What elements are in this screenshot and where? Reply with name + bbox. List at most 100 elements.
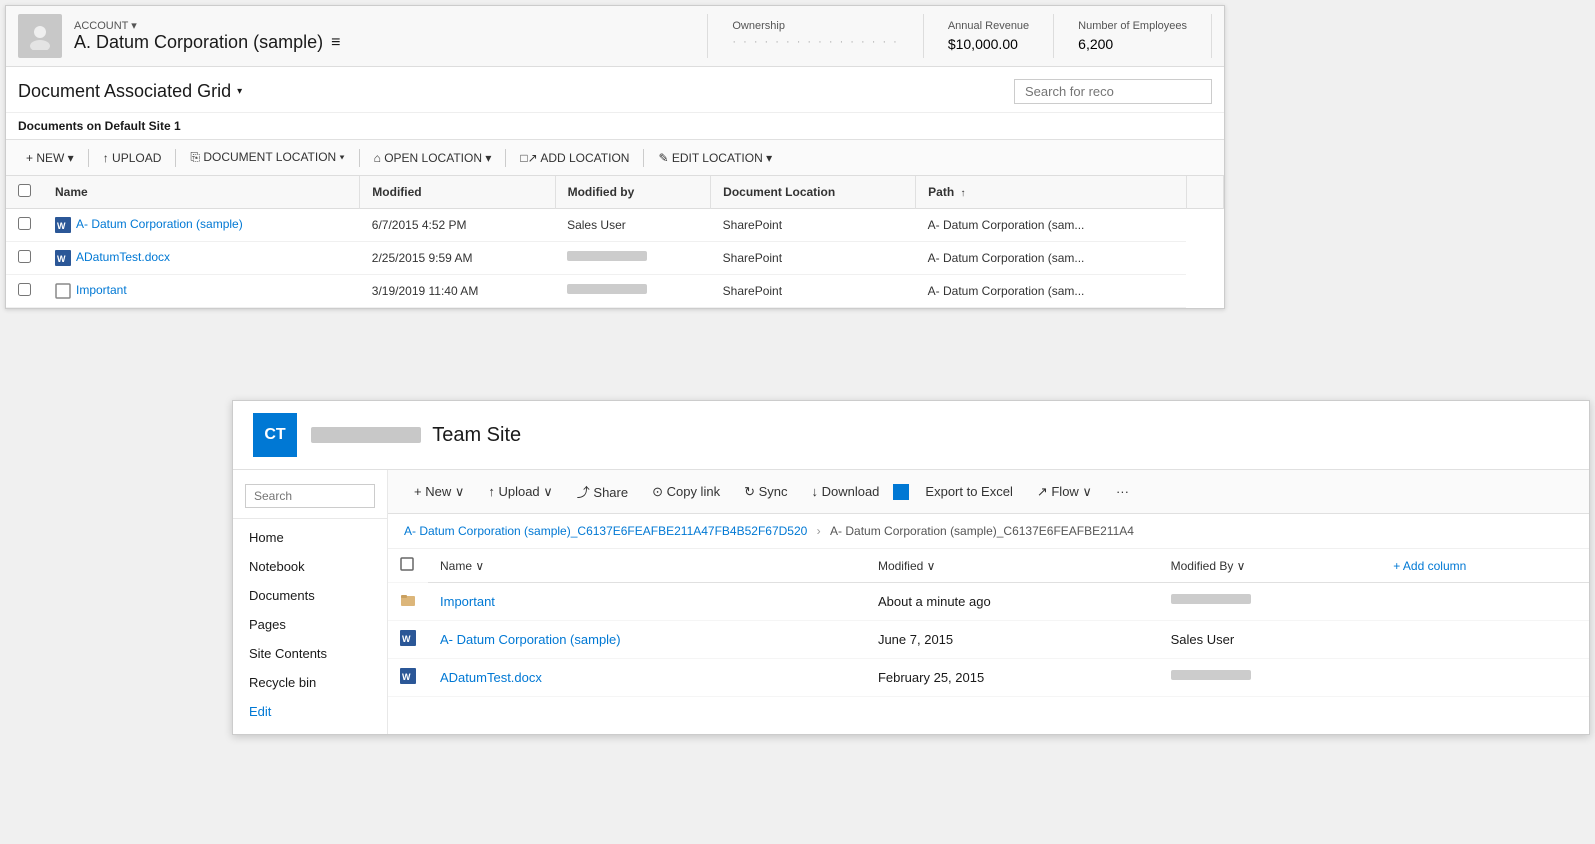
doc-location-button[interactable]: ⎘ DOCUMENT LOCATION ▾ — [182, 146, 352, 169]
svg-text:W: W — [402, 672, 411, 682]
sidebar-item-notebook[interactable]: Notebook — [233, 552, 387, 581]
sp-flow-button[interactable]: ↗ Flow ∨ — [1027, 480, 1102, 504]
add-location-button[interactable]: □↗ ADD LOCATION — [512, 147, 637, 169]
sp-download-button[interactable]: ↓ Download — [801, 480, 889, 503]
sidebar-item-documents[interactable]: Documents — [233, 581, 387, 610]
toolbar-separator — [175, 149, 176, 167]
word-icon: W — [55, 217, 71, 233]
account-info: ACCOUNT ▾ A. Datum Corporation (sample) … — [74, 19, 695, 53]
sp-word-icon: W — [400, 630, 416, 646]
sp-row-icon-cell — [388, 583, 428, 621]
account-name: A. Datum Corporation (sample) ≡ — [74, 32, 695, 53]
sp-row-icon-cell: W — [388, 659, 428, 697]
sidebar-item-edit[interactable]: Edit — [233, 697, 387, 726]
doc-grid-title: Document Associated Grid ▾ — [18, 81, 242, 102]
breadcrumb-link-1[interactable]: A- Datum Corporation (sample)_C6137E6FEA… — [404, 524, 807, 538]
col-modified[interactable]: Modified — [360, 176, 555, 209]
sp-table-row: WA- Datum Corporation (sample)June 7, 20… — [388, 621, 1589, 659]
sp-file-link[interactable]: Important — [440, 594, 495, 609]
row-name: W A- Datum Corporation (sample) — [43, 209, 360, 242]
row-checkbox[interactable] — [6, 275, 43, 308]
table-row: WADatumTest.docx2/25/2015 9:59 AM ShareP… — [6, 242, 1224, 275]
title-chevron-icon[interactable]: ▾ — [237, 86, 242, 97]
sp-row-modified-by — [1159, 659, 1382, 697]
crm-header: ACCOUNT ▾ A. Datum Corporation (sample) … — [6, 6, 1224, 67]
doc-site-bar: Documents on Default Site 1 — [6, 113, 1224, 140]
row-checkbox[interactable] — [6, 242, 43, 275]
sp-row-modified: About a minute ago — [866, 583, 1159, 621]
sp-export-excel-button[interactable]: Export to Excel — [915, 480, 1022, 503]
sp-row-name: ADatumTest.docx — [428, 659, 866, 697]
sp-blurred-user — [1171, 670, 1251, 680]
col-doc-location[interactable]: Document Location — [711, 176, 916, 209]
sp-search-area — [233, 478, 387, 519]
sp-add-column[interactable]: + Add column — [1381, 549, 1589, 583]
sp-breadcrumb: A- Datum Corporation (sample)_C6137E6FEA… — [388, 514, 1589, 549]
sp-header: CT Team Site — [233, 401, 1589, 470]
row-path: A- Datum Corporation (sam... — [916, 242, 1186, 275]
crm-panel: ACCOUNT ▾ A. Datum Corporation (sample) … — [5, 5, 1225, 309]
row-doc-location: SharePoint — [711, 275, 916, 308]
sp-upload-button[interactable]: ↑ Upload ∨ — [478, 480, 562, 504]
col-extra — [1186, 176, 1223, 209]
svg-text:W: W — [57, 221, 66, 231]
file-icon — [55, 283, 71, 299]
row-checkbox[interactable] — [6, 209, 43, 242]
sp-table-row: Important About a minute ago — [388, 583, 1589, 621]
sidebar-item-site-contents[interactable]: Site Contents — [233, 639, 387, 668]
table-row: Important3/19/2019 11:40 AM SharePointA-… — [6, 275, 1224, 308]
edit-location-button[interactable]: ✎ EDIT LOCATION ▾ — [650, 147, 780, 169]
ownership-stat: Ownership · · · · · · · · · · · · · · · … — [708, 14, 923, 58]
sp-file-link[interactable]: ADatumTest.docx — [440, 670, 542, 685]
doc-grid-header: Document Associated Grid ▾ — [6, 67, 1224, 113]
open-location-button[interactable]: ⌂ OPEN LOCATION ▾ — [366, 147, 500, 169]
upload-button[interactable]: ↑ UPLOAD — [95, 147, 170, 169]
sp-blurred-user — [1171, 594, 1251, 604]
col-name[interactable]: Name — [43, 176, 360, 209]
sp-col-modified[interactable]: Modified ∨ — [866, 549, 1159, 583]
word-icon: W — [55, 250, 71, 266]
sp-copy-link-button[interactable]: ⊙ Copy link — [642, 480, 730, 504]
search-input[interactable] — [1014, 79, 1212, 104]
row-doc-location: SharePoint — [711, 209, 916, 242]
sp-row-modified-by: Sales User — [1159, 621, 1382, 659]
file-link[interactable]: Important — [76, 283, 127, 297]
account-label: ACCOUNT ▾ — [74, 19, 695, 32]
sp-logo: CT — [253, 413, 297, 457]
file-link[interactable]: ADatumTest.docx — [76, 250, 170, 264]
sp-col-name[interactable]: Name ∨ — [428, 549, 866, 583]
sp-file-link[interactable]: A- Datum Corporation (sample) — [440, 632, 621, 647]
sp-row-icon-cell: W — [388, 621, 428, 659]
breadcrumb-separator: › — [817, 524, 824, 538]
sp-share-button[interactable]: ⤴ Share — [567, 478, 638, 505]
col-modified-by[interactable]: Modified by — [555, 176, 711, 209]
row-doc-location: SharePoint — [711, 242, 916, 275]
sp-row-modified-by — [1159, 583, 1382, 621]
row-path: A- Datum Corporation (sam... — [916, 209, 1186, 242]
toolbar-separator — [505, 149, 506, 167]
sp-checkbox-col — [388, 549, 428, 583]
blurred-user — [567, 251, 647, 261]
row-modified: 6/7/2015 4:52 PM — [360, 209, 555, 242]
sp-more-button[interactable]: ··· — [1106, 480, 1139, 503]
sp-body: Home Notebook Documents Pages Site Conte… — [233, 470, 1589, 734]
row-modified-by — [555, 242, 711, 275]
sidebar-item-recycle-bin[interactable]: Recycle bin — [233, 668, 387, 697]
row-name: W ADatumTest.docx — [43, 242, 360, 275]
svg-text:W: W — [57, 254, 66, 264]
col-path[interactable]: Path ↑ — [916, 176, 1186, 209]
sp-new-button[interactable]: + New ∨ — [404, 480, 474, 504]
sp-row-name: Important — [428, 583, 866, 621]
select-all-checkbox[interactable] — [6, 176, 43, 209]
sp-site-blurred — [311, 427, 421, 443]
sp-sync-button[interactable]: ↻ Sync — [734, 480, 797, 504]
sidebar-item-pages[interactable]: Pages — [233, 610, 387, 639]
sidebar-item-home[interactable]: Home — [233, 523, 387, 552]
sp-main: + New ∨ ↑ Upload ∨ ⤴ Share ⊙ Copy link ↻… — [388, 470, 1589, 734]
sp-search-input[interactable] — [245, 484, 375, 508]
sp-col-modified-by[interactable]: Modified By ∨ — [1159, 549, 1382, 583]
file-link[interactable]: A- Datum Corporation (sample) — [76, 217, 243, 231]
hamburger-icon[interactable]: ≡ — [331, 34, 340, 52]
sp-site-name: Team Site — [311, 424, 521, 447]
new-button[interactable]: + NEW ▾ — [18, 147, 82, 169]
